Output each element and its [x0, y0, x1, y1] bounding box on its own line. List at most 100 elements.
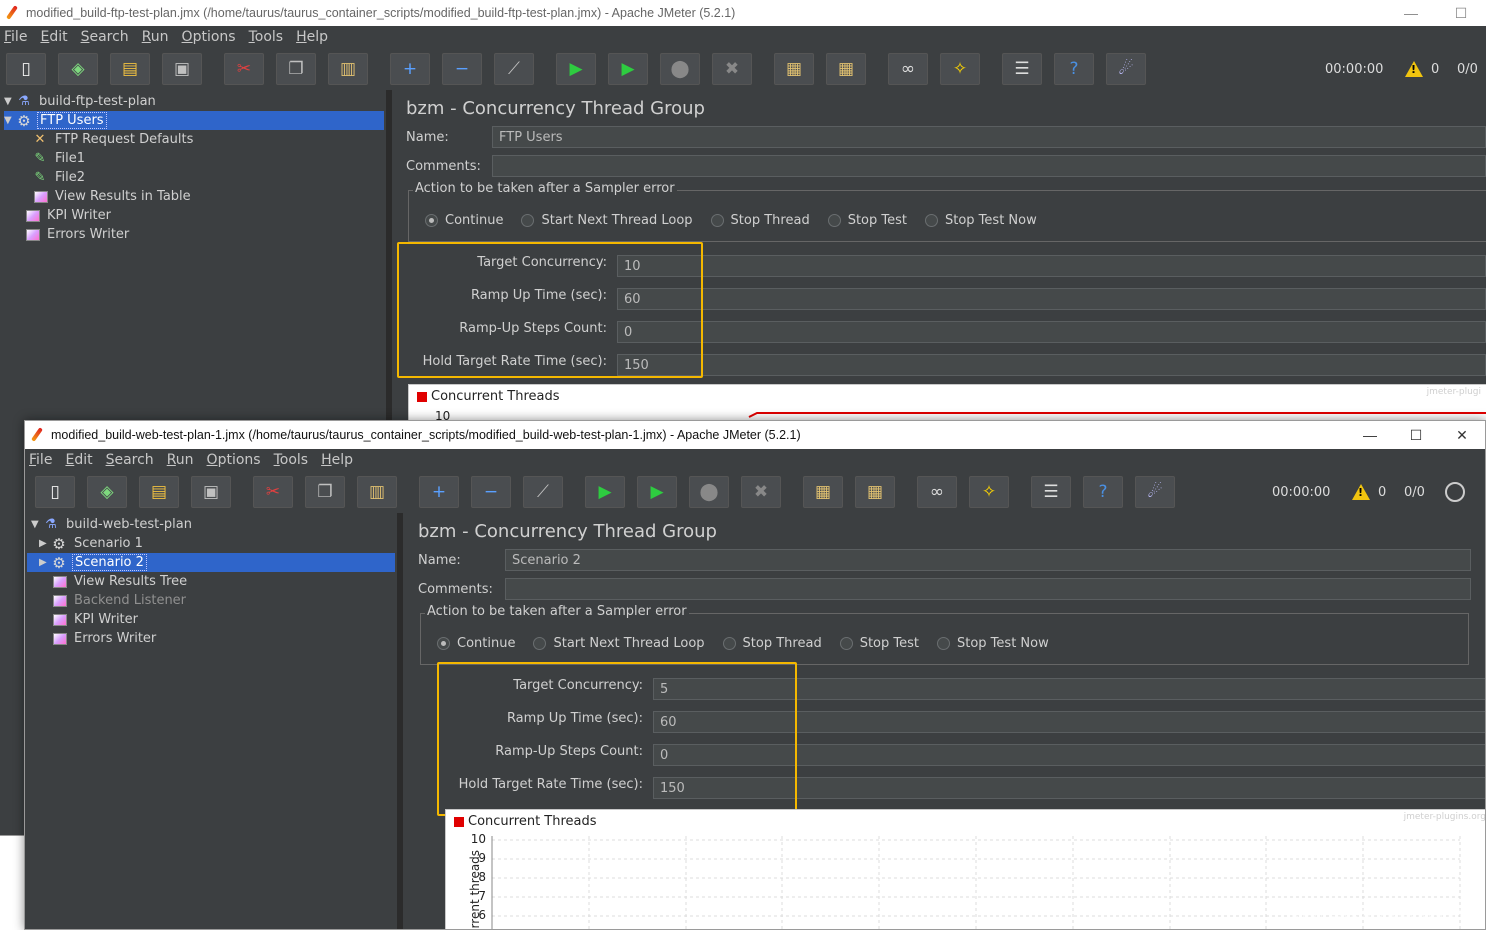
start-button[interactable]: ▶: [585, 476, 625, 508]
tree-item-file1[interactable]: ✎ File1: [32, 149, 87, 168]
radio-start-next-loop[interactable]: Start Next Thread Loop: [521, 213, 693, 228]
collapse-arrow-icon[interactable]: ▶: [39, 538, 51, 549]
menu-options[interactable]: Options: [207, 452, 261, 468]
tree-item-errors-writer[interactable]: Errors Writer: [53, 629, 158, 648]
back-maximize-button[interactable]: ☐: [1436, 0, 1486, 26]
radio-stop-test[interactable]: Stop Test: [839, 636, 919, 651]
front-comments-field[interactable]: [505, 578, 1471, 600]
collapse-arrow-icon[interactable]: ▶: [39, 557, 51, 568]
stop-button[interactable]: ⬤: [660, 53, 700, 85]
remote-button[interactable]: ☄: [1135, 476, 1175, 508]
menu-help[interactable]: Help: [296, 29, 328, 45]
expand-button[interactable]: +: [390, 53, 430, 85]
reset-search-button[interactable]: ✧: [940, 53, 980, 85]
stop-button[interactable]: ⬤: [689, 476, 729, 508]
front-target-concurrency-field[interactable]: 5: [653, 678, 1485, 700]
templates-button[interactable]: ◈: [58, 53, 98, 85]
radio-continue[interactable]: Continue: [437, 636, 515, 651]
front-ramp-up-steps-field[interactable]: 0: [653, 744, 1485, 766]
menu-edit[interactable]: Edit: [40, 29, 67, 45]
templates-button[interactable]: ◈: [87, 476, 127, 508]
toggle-button[interactable]: ⟋: [494, 53, 534, 85]
help-button[interactable]: ?: [1083, 476, 1123, 508]
radio-stop-test-now[interactable]: Stop Test Now: [925, 213, 1037, 228]
tree-item-kpi-writer[interactable]: KPI Writer: [26, 206, 113, 225]
front-warnings[interactable]: 0: [1352, 472, 1386, 512]
menu-run[interactable]: Run: [167, 452, 194, 468]
search-binoculars-button[interactable]: ∞: [888, 53, 928, 85]
radio-continue[interactable]: Continue: [425, 213, 503, 228]
collapse-button[interactable]: −: [442, 53, 482, 85]
copy-button[interactable]: ❐: [305, 476, 345, 508]
tree-item-ftp-users[interactable]: ▼ ⚙ FTP Users: [4, 111, 384, 130]
remote-button[interactable]: ☄: [1106, 53, 1146, 85]
back-ramp-up-time-field[interactable]: 60: [617, 288, 1486, 310]
tree-item-test-plan[interactable]: ▼ ⚗ build-ftp-test-plan: [4, 92, 158, 111]
front-minimize-button[interactable]: —: [1347, 421, 1393, 449]
expand-arrow-icon[interactable]: ▼: [31, 519, 43, 530]
menu-file[interactable]: File: [29, 452, 52, 468]
tree-item-view-results-table[interactable]: View Results in Table: [34, 187, 193, 206]
menu-search[interactable]: Search: [106, 452, 154, 468]
back-ramp-up-steps-field[interactable]: 0: [617, 321, 1486, 343]
reset-search-button[interactable]: ✧: [969, 476, 1009, 508]
function-helper-button[interactable]: ☰: [1002, 53, 1042, 85]
tree-item-file2[interactable]: ✎ File2: [32, 168, 87, 187]
save-button[interactable]: ▣: [162, 53, 202, 85]
clear-button[interactable]: ▦: [774, 53, 814, 85]
menu-tools[interactable]: Tools: [249, 29, 284, 45]
menu-tools[interactable]: Tools: [274, 452, 309, 468]
back-target-concurrency-field[interactable]: 10: [617, 255, 1486, 277]
tree-item-test-plan[interactable]: ▼ ⚗ build-web-test-plan: [31, 515, 194, 534]
new-button[interactable]: ▯: [35, 476, 75, 508]
menu-edit[interactable]: Edit: [65, 452, 92, 468]
search-binoculars-button[interactable]: ∞: [917, 476, 957, 508]
copy-button[interactable]: ❐: [276, 53, 316, 85]
start-no-pauses-button[interactable]: ▶: [637, 476, 677, 508]
radio-start-next-loop[interactable]: Start Next Thread Loop: [533, 636, 705, 651]
expand-button[interactable]: +: [419, 476, 459, 508]
back-warnings[interactable]: 0: [1405, 49, 1439, 89]
shutdown-button[interactable]: ✖: [741, 476, 781, 508]
expand-arrow-icon[interactable]: ▼: [4, 96, 16, 107]
help-button[interactable]: ?: [1054, 53, 1094, 85]
front-name-field[interactable]: Scenario 2: [505, 549, 1471, 571]
collapse-button[interactable]: −: [471, 476, 511, 508]
front-close-button[interactable]: ✕: [1439, 421, 1485, 449]
radio-stop-test-now[interactable]: Stop Test Now: [937, 636, 1049, 651]
radio-stop-test[interactable]: Stop Test: [827, 213, 907, 228]
new-button[interactable]: ▯: [6, 53, 46, 85]
open-button[interactable]: ▤: [110, 53, 150, 85]
toggle-button[interactable]: ⟋: [523, 476, 563, 508]
back-name-field[interactable]: FTP Users: [492, 126, 1486, 148]
front-hold-time-field[interactable]: 150: [653, 777, 1485, 799]
tree-item-scenario-1[interactable]: ▶ ⚙ Scenario 1: [39, 534, 145, 553]
save-button[interactable]: ▣: [191, 476, 231, 508]
menu-run[interactable]: Run: [142, 29, 169, 45]
paste-button[interactable]: ▥: [328, 53, 368, 85]
cut-button[interactable]: ✂: [253, 476, 293, 508]
menu-file[interactable]: File: [4, 29, 27, 45]
tree-item-kpi-writer[interactable]: KPI Writer: [53, 610, 140, 629]
start-no-pauses-button[interactable]: ▶: [608, 53, 648, 85]
menu-search[interactable]: Search: [81, 29, 129, 45]
shutdown-button[interactable]: ✖: [712, 53, 752, 85]
back-comments-field[interactable]: [492, 155, 1486, 177]
function-helper-button[interactable]: ☰: [1031, 476, 1071, 508]
radio-stop-thread[interactable]: Stop Thread: [710, 213, 810, 228]
start-button[interactable]: ▶: [556, 53, 596, 85]
tree-item-scenario-2[interactable]: ▶ ⚙ Scenario 2: [27, 553, 395, 572]
tree-item-errors-writer[interactable]: Errors Writer: [26, 225, 131, 244]
radio-stop-thread[interactable]: Stop Thread: [722, 636, 822, 651]
front-ramp-up-time-field[interactable]: 60: [653, 711, 1485, 733]
clear-all-button[interactable]: ▦: [855, 476, 895, 508]
clear-all-button[interactable]: ▦: [826, 53, 866, 85]
tree-item-backend-listener[interactable]: Backend Listener: [53, 591, 188, 610]
menu-options[interactable]: Options: [182, 29, 236, 45]
back-hold-time-field[interactable]: 150: [617, 354, 1486, 376]
clear-button[interactable]: ▦: [803, 476, 843, 508]
front-remote-globe[interactable]: [1445, 472, 1465, 512]
tree-item-view-results-tree[interactable]: View Results Tree: [53, 572, 189, 591]
front-maximize-button[interactable]: ☐: [1393, 421, 1439, 449]
menu-help[interactable]: Help: [321, 452, 353, 468]
